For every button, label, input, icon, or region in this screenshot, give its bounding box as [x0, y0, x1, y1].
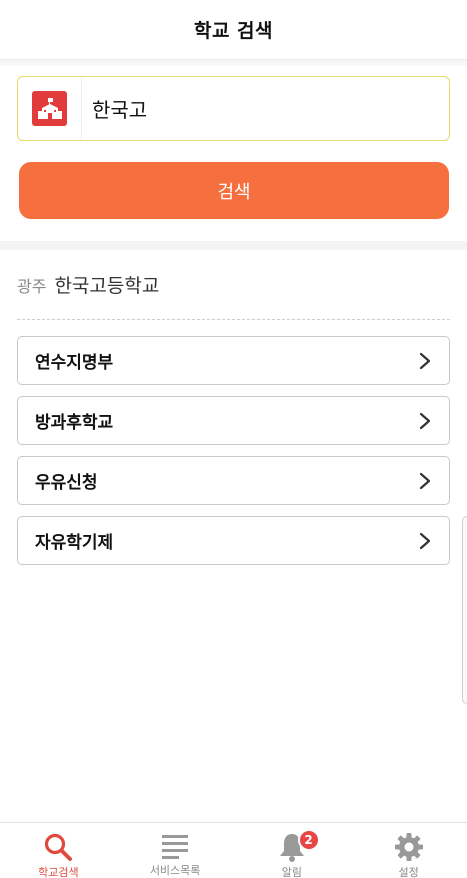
app-root: 학교 검색 한국고 검색 광주 한국고등학교 연수지명부 방과후학교 우유신청 … — [0, 0, 467, 878]
nav-item-notifications[interactable]: 2 알림 — [234, 823, 351, 878]
search-box[interactable] — [17, 76, 450, 141]
menu-item-milk-request[interactable]: 우유신청 — [17, 456, 450, 505]
result-region: 광주 — [17, 276, 47, 296]
chevron-right-icon — [419, 412, 433, 430]
nav-label: 설정 — [398, 866, 419, 878]
school-building-icon — [32, 91, 67, 126]
search-result: 광주 한국고등학교 연수지명부 방과후학교 우유신청 자유학기제 — [0, 250, 467, 565]
menu-item-label: 방과후학교 — [35, 413, 114, 433]
nav-label: 서비스목록 — [149, 864, 201, 877]
list-icon — [161, 832, 189, 860]
notification-badge: 2 — [297, 829, 320, 851]
menu-item-label: 자유학기제 — [35, 533, 114, 553]
search-area: 검색 — [0, 66, 467, 219]
chevron-right-icon — [419, 352, 433, 370]
school-icon-container — [18, 77, 82, 140]
chevron-right-icon — [419, 532, 433, 550]
menu-item-label: 우유신청 — [35, 473, 98, 493]
menu-item-free-semester[interactable]: 자유학기제 — [17, 516, 450, 565]
result-school-name: 한국고등학교 — [54, 275, 160, 297]
menu-item-after-school[interactable]: 방과후학교 — [17, 396, 450, 445]
menu-item-training-roster[interactable]: 연수지명부 — [17, 336, 450, 385]
nav-label: 알림 — [281, 866, 302, 878]
result-heading: 광주 한국고등학교 — [17, 250, 450, 320]
gear-icon — [394, 832, 424, 862]
service-menu-list: 연수지명부 방과후학교 우유신청 자유학기제 — [17, 320, 450, 565]
nav-label: 학교검색 — [38, 866, 79, 878]
side-drawer-handle[interactable] — [462, 516, 467, 704]
nav-item-school-search[interactable]: 학교검색 — [0, 823, 117, 878]
nav-item-settings[interactable]: 설정 — [350, 823, 467, 878]
menu-item-label: 연수지명부 — [35, 353, 114, 373]
top-header: 학교 검색 — [0, 0, 467, 60]
search-button[interactable]: 검색 — [19, 162, 449, 219]
nav-item-service-list[interactable]: 서비스목록 — [117, 823, 234, 878]
bottom-nav: 학교검색 서비스목록 2 알림 설정 — [0, 822, 467, 878]
school-search-input[interactable] — [82, 77, 449, 140]
page-title: 학교 검색 — [193, 20, 274, 42]
chevron-right-icon — [419, 472, 433, 490]
search-icon — [43, 832, 73, 862]
section-divider — [0, 241, 467, 250]
